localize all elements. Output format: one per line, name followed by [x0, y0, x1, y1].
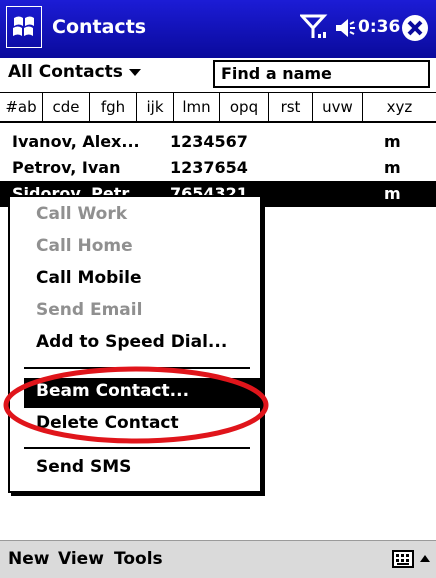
contact-name: Petrov, Ivan: [12, 158, 121, 177]
app-title: Contacts: [52, 16, 147, 38]
tab-ijk[interactable]: ijk: [137, 93, 174, 121]
tab-cde[interactable]: cde: [43, 93, 90, 121]
letter-tabs: #ab cde fgh ijk lmn opq rst uvw xyz: [0, 93, 436, 123]
tab-fgh[interactable]: fgh: [90, 93, 137, 121]
volume-icon[interactable]: [334, 16, 356, 40]
context-menu: Call Work Call Home Call Mobile Send Ema…: [8, 195, 262, 493]
menu-call-mobile[interactable]: Call Mobile: [36, 268, 141, 288]
menu-new[interactable]: New: [8, 549, 49, 569]
menu-separator: [24, 447, 250, 449]
tab-rst[interactable]: rst: [269, 93, 313, 121]
contact-phone-type: m: [384, 132, 401, 151]
close-icon[interactable]: [400, 13, 430, 43]
tab-xyz[interactable]: xyz: [363, 93, 436, 121]
menu-send-sms[interactable]: Send SMS: [36, 457, 131, 477]
contact-phone: 1237654: [170, 158, 248, 177]
contact-row[interactable]: Petrov, Ivan 1237654 m: [0, 155, 436, 181]
screen: Contacts 0:36 All Contacts Find a name #…: [0, 0, 436, 578]
menu-call-home[interactable]: Call Home: [36, 236, 133, 256]
menu-tools[interactable]: Tools: [114, 549, 163, 569]
contact-name: Ivanov, Alex...: [12, 132, 140, 151]
menu-call-work[interactable]: Call Work: [36, 204, 127, 224]
category-dropdown[interactable]: All Contacts: [8, 62, 141, 82]
find-name-input[interactable]: Find a name: [213, 60, 430, 88]
menu-bar: New View Tools: [0, 540, 436, 578]
windows-flag-icon[interactable]: [6, 6, 42, 48]
annotation-ellipse: [3, 366, 269, 444]
tab-opq[interactable]: opq: [220, 93, 269, 121]
contact-phone-type: m: [384, 184, 401, 203]
contact-phone-type: m: [384, 158, 401, 177]
contact-phone: 1234567: [170, 132, 248, 151]
tab-uvw[interactable]: uvw: [313, 93, 363, 121]
filter-row: All Contacts Find a name: [0, 58, 436, 93]
signal-icon[interactable]: [300, 12, 328, 42]
keyboard-icon[interactable]: [392, 550, 414, 568]
menu-view[interactable]: View: [58, 549, 104, 569]
title-bar: Contacts 0:36: [0, 0, 436, 58]
menu-add-speed-dial[interactable]: Add to Speed Dial...: [36, 332, 227, 352]
chevron-down-icon: [128, 68, 141, 76]
category-dropdown-label: All Contacts: [8, 62, 123, 82]
tab-lmn[interactable]: lmn: [174, 93, 220, 121]
menu-send-email[interactable]: Send Email: [36, 300, 142, 320]
tab-ab[interactable]: #ab: [0, 93, 43, 121]
contact-row[interactable]: Ivanov, Alex... 1234567 m: [0, 129, 436, 155]
sip-arrow-icon[interactable]: [418, 550, 432, 568]
clock[interactable]: 0:36: [358, 17, 400, 37]
